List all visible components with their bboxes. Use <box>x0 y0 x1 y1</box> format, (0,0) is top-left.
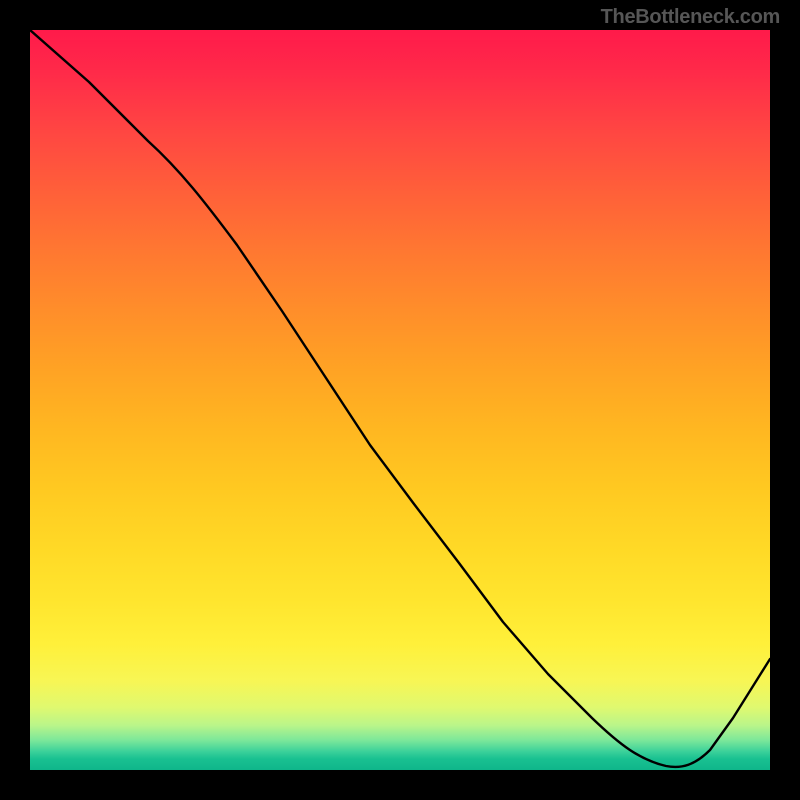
bottleneck-curve-path <box>30 30 770 767</box>
chart-curve-svg <box>30 30 770 770</box>
watermark-text: TheBottleneck.com <box>601 6 780 29</box>
plot-area <box>30 30 770 770</box>
